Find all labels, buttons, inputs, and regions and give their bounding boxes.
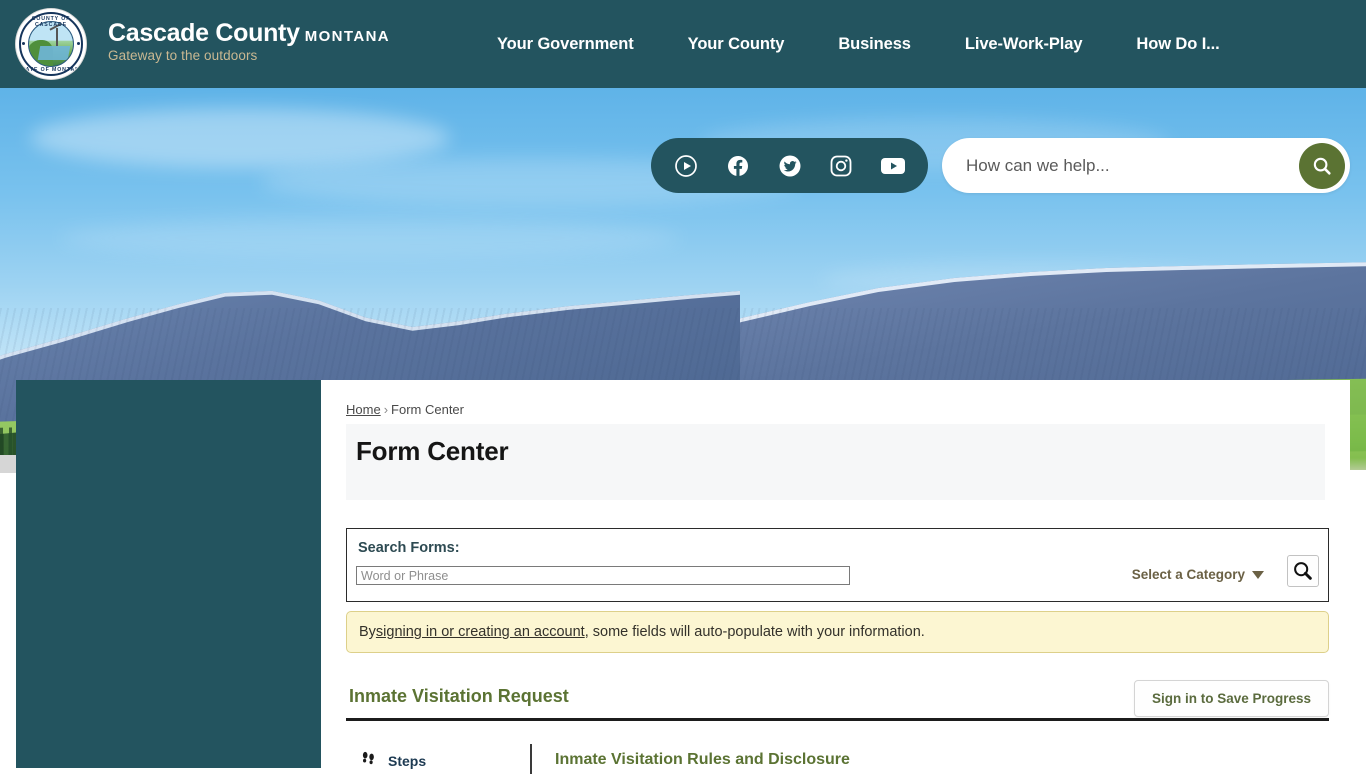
search-forms-label: Search Forms: xyxy=(358,540,460,556)
twitter-icon[interactable] xyxy=(777,153,803,179)
site-logo[interactable]: COUNTY OF CASCADE STATE OF MONTANA xyxy=(16,9,86,79)
nav-item-your-government[interactable]: Your Government xyxy=(470,27,661,62)
nav-item-how-do-i[interactable]: How Do I... xyxy=(1109,27,1246,62)
facebook-icon[interactable] xyxy=(725,153,751,179)
hero-search-input[interactable] xyxy=(942,155,1299,176)
main-content-card: Home › Form Center Form Center Search Form… xyxy=(321,380,1350,774)
notice-signin-link[interactable]: signing in or creating an account xyxy=(376,624,585,640)
instagram-icon[interactable] xyxy=(828,153,854,179)
left-edge-white xyxy=(0,473,16,768)
breadcrumb-current: Form Center xyxy=(391,402,464,417)
brand-title: Cascade County MONTANA xyxy=(108,20,390,46)
breadcrumb-home-link[interactable]: Home xyxy=(346,402,381,417)
notice-prefix: By xyxy=(359,624,376,640)
social-links-bar xyxy=(651,138,928,193)
main-navigation: Your Government Your County Business Liv… xyxy=(470,0,1247,88)
nav-item-your-county[interactable]: Your County xyxy=(661,27,812,62)
hero-search-bar xyxy=(942,138,1350,193)
breadcrumb: Home › Form Center xyxy=(346,402,464,417)
page-title-banner: Form Center xyxy=(346,424,1325,500)
notice-suffix: , some fields will auto-populate with yo… xyxy=(584,624,925,640)
sign-in-notice: By signing in or creating an account, so… xyxy=(346,611,1329,653)
nav-item-business[interactable]: Business xyxy=(811,27,938,62)
video-play-icon[interactable] xyxy=(673,153,699,179)
brand-name: Cascade County xyxy=(108,19,300,47)
left-sidebar-panel xyxy=(16,380,321,768)
left-edge-strip xyxy=(0,455,16,473)
search-icon xyxy=(1313,157,1331,175)
seal-text-bottom: STATE OF MONTANA xyxy=(17,66,85,73)
section-divider xyxy=(346,718,1329,721)
form-name: Inmate Visitation Request xyxy=(349,686,569,706)
right-edge-white xyxy=(1350,470,1366,768)
search-forms-input[interactable] xyxy=(356,566,850,585)
county-seal-icon: COUNTY OF CASCADE STATE OF MONTANA xyxy=(16,9,86,79)
category-dropdown-label: Select a Category xyxy=(1131,567,1245,582)
brand-block[interactable]: Cascade County MONTANA Gateway to the out… xyxy=(108,20,390,63)
search-forms-button[interactable] xyxy=(1287,555,1319,587)
youtube-icon[interactable] xyxy=(880,153,906,179)
chevron-down-icon xyxy=(1252,570,1264,579)
category-dropdown[interactable]: Select a Category xyxy=(1132,567,1264,582)
brand-tagline: Gateway to the outdoors xyxy=(108,48,258,64)
brand-state: MONTANA xyxy=(304,28,391,45)
search-forms-panel: Search Forms: Select a Category xyxy=(346,528,1329,602)
hero-search-button[interactable] xyxy=(1299,142,1345,189)
sign-in-save-progress-button[interactable]: Sign in to Save Progress xyxy=(1133,680,1329,717)
steps-label: Steps xyxy=(388,752,427,769)
current-step-title: Inmate Visitation Rules and Disclosure xyxy=(555,751,850,768)
search-icon xyxy=(1294,562,1312,580)
steps-divider xyxy=(530,744,532,774)
page-title: Form Center xyxy=(356,436,509,466)
seal-text-top: COUNTY OF CASCADE xyxy=(31,15,71,28)
site-header: COUNTY OF CASCADE STATE OF MONTANA Casca… xyxy=(0,0,1366,88)
steps-row: Steps Inmate Visitation Rules and Disclo… xyxy=(346,744,1329,776)
breadcrumb-separator: › xyxy=(383,402,389,417)
nav-item-live-work-play[interactable]: Live-Work-Play xyxy=(938,27,1110,62)
